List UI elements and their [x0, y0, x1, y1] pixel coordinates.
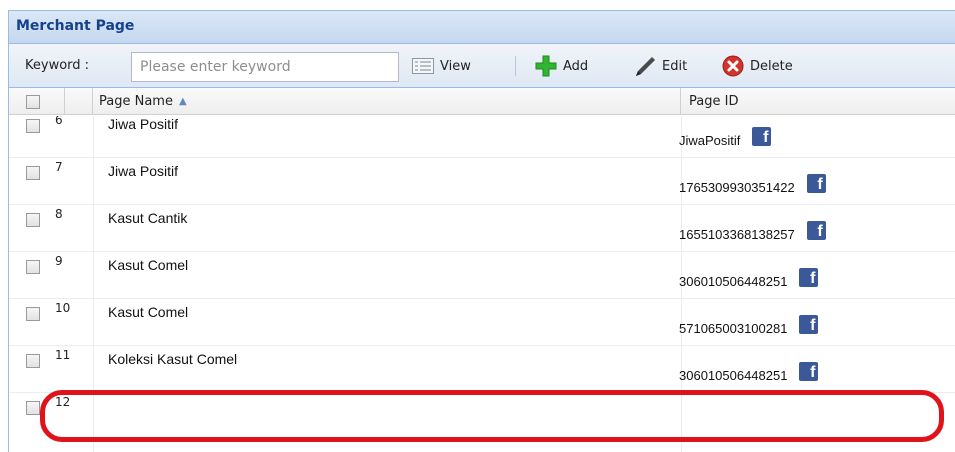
keyword-search-input[interactable]: [131, 52, 399, 82]
edit-button[interactable]: Edit: [634, 54, 687, 78]
toolbar-separator: [515, 56, 516, 76]
edit-button-label: Edit: [662, 58, 688, 74]
panel-header: Merchant Page: [9, 11, 955, 44]
row-checkbox[interactable]: [26, 260, 40, 274]
row-checkbox[interactable]: [26, 307, 40, 321]
pencil-icon: [636, 57, 655, 76]
grid-body: 6 Jiwa Positif JiwaPositif f 7 Jiwa Posi…: [9, 116, 955, 452]
select-all-checkbox[interactable]: [26, 94, 40, 109]
facebook-icon[interactable]: f: [799, 268, 819, 287]
table-row[interactable]: 7 Jiwa Positif 1765309930351422 f: [9, 158, 955, 205]
row-checkbox[interactable]: [26, 166, 40, 180]
table-row[interactable]: 8 Kasut Cantik 1655103368138257 f: [9, 205, 955, 252]
table-row[interactable]: 12: [9, 393, 955, 452]
row-number: 11: [55, 348, 71, 362]
keyword-label: Keyword :: [25, 58, 90, 73]
page-name-cell: Kasut Comel: [108, 257, 189, 273]
page-id-cell: 1765309930351422 f: [679, 174, 826, 197]
table-row[interactable]: 11 Koleksi Kasut Comel 306010506448251 f: [9, 346, 955, 393]
select-all-header: [9, 88, 65, 115]
page-id-header-label: Page ID: [689, 94, 739, 109]
view-button-label: View: [440, 58, 471, 74]
row-checkbox[interactable]: [26, 119, 40, 133]
facebook-icon[interactable]: f: [752, 127, 772, 146]
panel-title: Merchant Page: [16, 18, 135, 34]
row-checkbox[interactable]: [26, 401, 40, 415]
plus-icon: [535, 55, 557, 77]
add-button-label: Add: [563, 58, 589, 74]
row-number: 7: [55, 160, 63, 174]
row-checkbox[interactable]: [26, 354, 40, 368]
page-id-value: 1765309930351422: [679, 180, 795, 195]
page-name-cell: Jiwa Positif: [108, 116, 179, 132]
list-view-icon: [412, 58, 434, 74]
page-id-value: 1655103368138257: [679, 227, 795, 242]
delete-x-icon: [722, 55, 744, 77]
facebook-icon[interactable]: f: [799, 362, 819, 381]
row-number-header: [65, 88, 93, 115]
page-name-cell: Kasut Comel: [108, 304, 189, 320]
page-name-cell: Jiwa Positif: [108, 163, 179, 179]
page-name-column-header[interactable]: Page Name ▲: [93, 88, 681, 115]
page-id-cell: 571065003100281 f: [679, 315, 819, 338]
row-number: 12: [55, 395, 71, 409]
table-row[interactable]: 10 Kasut Comel 571065003100281 f: [9, 299, 955, 346]
merchant-page-panel: Merchant Page Keyword : View Add: [8, 10, 955, 452]
facebook-icon[interactable]: f: [806, 174, 826, 193]
toolbar: Keyword : View Add Edit: [9, 44, 955, 88]
delete-button[interactable]: Delete: [722, 54, 793, 78]
add-button[interactable]: Add: [535, 54, 588, 78]
grid-header: Page Name ▲ Page ID: [9, 88, 955, 115]
row-number: 10: [55, 301, 71, 315]
row-checkbox[interactable]: [26, 213, 40, 227]
page-id-cell: 1655103368138257 f: [679, 221, 826, 244]
page-id-value: 306010506448251: [679, 274, 788, 289]
page-id-column-header[interactable]: Page ID: [681, 88, 955, 115]
table-row[interactable]: 9 Kasut Comel 306010506448251 f: [9, 252, 955, 299]
sort-ascending-icon: ▲: [178, 96, 187, 107]
row-number: 9: [55, 254, 63, 268]
page-name-header-label: Page Name: [99, 94, 173, 109]
page-id-value: 306010506448251: [679, 368, 788, 383]
facebook-icon[interactable]: f: [806, 221, 826, 240]
page-id-cell: 306010506448251 f: [679, 268, 819, 291]
row-number: 6: [55, 116, 63, 127]
page-id-cell: JiwaPositif f: [679, 127, 772, 150]
view-button[interactable]: View: [412, 54, 471, 78]
delete-button-label: Delete: [750, 58, 793, 74]
page-name-cell: Kasut Cantik: [108, 210, 188, 226]
facebook-icon[interactable]: f: [799, 315, 819, 334]
row-number: 8: [55, 207, 63, 221]
page-id-cell: 306010506448251 f: [679, 362, 819, 385]
page-name-cell: Koleksi Kasut Comel: [108, 351, 238, 367]
page-id-value: JiwaPositif: [679, 133, 741, 148]
table-row[interactable]: 6 Jiwa Positif JiwaPositif f: [9, 116, 955, 158]
page-id-value: 571065003100281: [679, 321, 788, 336]
